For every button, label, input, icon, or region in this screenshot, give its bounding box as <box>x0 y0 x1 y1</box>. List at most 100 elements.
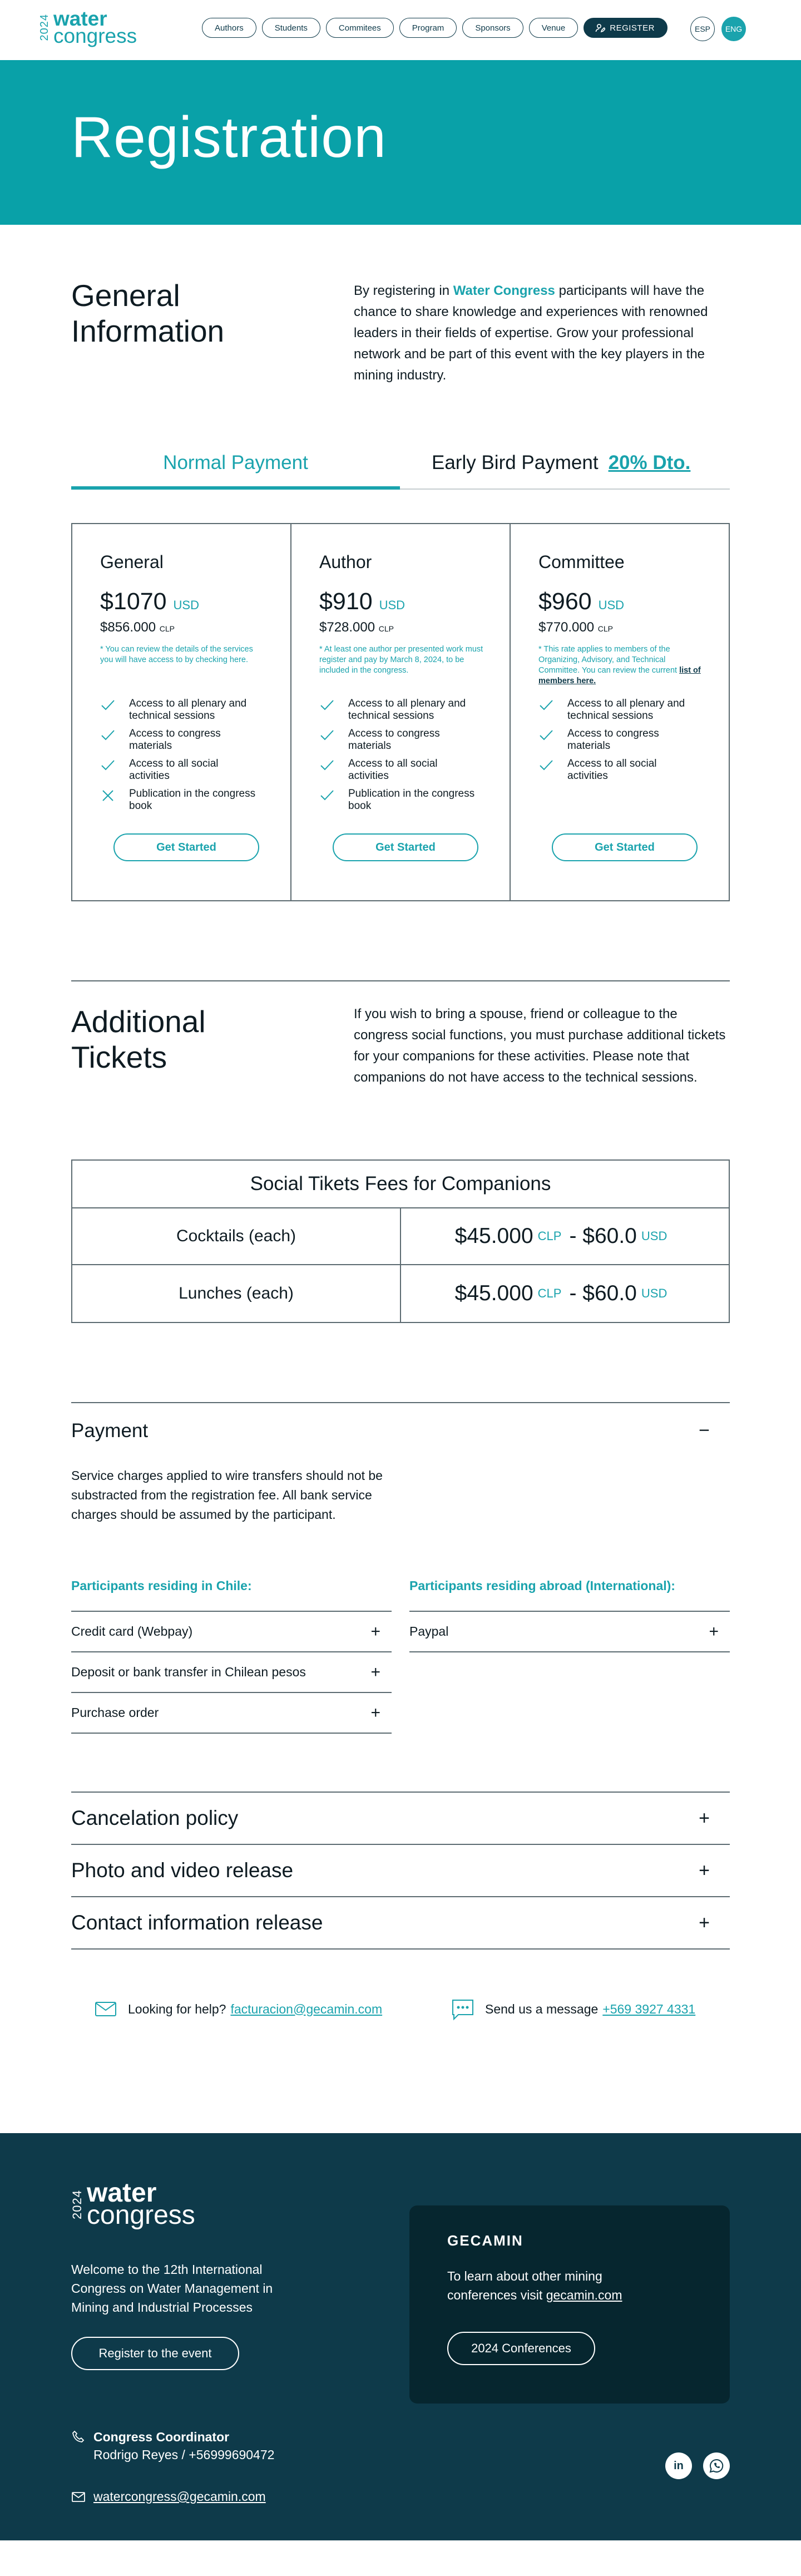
conferences-button[interactable]: 2024 Conferences <box>447 2332 595 2365</box>
accordion-cancelation-policy[interactable]: Cancelation policy + <box>71 1793 730 1845</box>
main-nav: Authors Students Commitees Program Spons… <box>202 18 668 38</box>
site-header: 2024 water congress Authors Students Com… <box>0 0 801 60</box>
footer-logo[interactable]: 2024 water congress <box>70 2180 195 2229</box>
early-bird-discount: 20% Dto. <box>608 452 691 473</box>
check-icon <box>320 760 334 771</box>
chile-payment-methods: Participants residing in Chile: Credit c… <box>71 1578 392 1734</box>
plan-price-usd: $910 USD <box>319 588 406 615</box>
register-button[interactable]: REGISTER <box>584 18 668 38</box>
fee-price: $45.000 CLP - $60.0 USD <box>454 1281 668 1305</box>
phone-icon <box>72 2430 85 2442</box>
check-icon <box>101 700 115 710</box>
get-started-button[interactable]: Get Started <box>113 833 259 861</box>
help-phone-link[interactable]: +569 3927 4331 <box>602 2002 695 2017</box>
plan-price-usd: $1070 USD <box>100 588 199 615</box>
whatsapp-icon[interactable] <box>703 2452 730 2479</box>
logo-year: 2024 <box>70 2189 84 2219</box>
pricing-table: General $1070 USD $856.000 CLP * You can… <box>71 523 730 901</box>
register-label: REGISTER <box>610 23 655 33</box>
tab-early-bird-payment[interactable]: Early Bird Payment 20% Dto. <box>432 452 690 474</box>
plan-price-clp: $728.000 CLP <box>319 620 394 635</box>
payment-accordion: Payment − Service charges applied to wir… <box>71 1402 730 1792</box>
feature-item: Access to congress materials <box>538 728 729 752</box>
payment-method-bank-transfer[interactable]: Deposit or bank transfer in Chilean peso… <box>71 1652 392 1693</box>
site-footer: 2024 water congress Welcome to the 12th … <box>0 2133 801 2540</box>
feature-item: Publication in the congress book <box>319 788 510 812</box>
nav-authors[interactable]: Authors <box>202 18 256 38</box>
plan-author: Author $910 USD $728.000 CLP * At least … <box>291 524 511 900</box>
plus-icon: + <box>709 1622 719 1641</box>
coordinator-name: Rodrigo Reyes / +56999690472 <box>93 2447 275 2462</box>
get-started-button[interactable]: Get Started <box>333 833 478 861</box>
check-icon <box>540 760 553 771</box>
plus-icon: + <box>699 1912 710 1933</box>
table-row: Cocktails (each) $45.000 CLP - $60.0 USD <box>72 1208 729 1265</box>
nav-program[interactable]: Program <box>399 18 457 38</box>
footer-welcome-text: Welcome to the 12th International Congre… <box>71 2262 273 2315</box>
international-title: Participants residing abroad (Internatio… <box>409 1578 730 1612</box>
check-icon <box>540 700 553 710</box>
linkedin-icon[interactable]: in <box>665 2452 692 2479</box>
feature-item: Access to congress materials <box>100 728 290 752</box>
plan-note[interactable]: * You can review the details of the serv… <box>100 644 267 692</box>
additional-tickets-section: Additional Tickets If you wish to bring … <box>0 981 801 1159</box>
gecamin-card: GECAMIN To learn about other mining conf… <box>409 2205 730 2404</box>
get-started-button[interactable]: Get Started <box>552 833 698 861</box>
user-edit-icon <box>595 23 606 33</box>
logo[interactable]: 2024 water congress <box>38 8 137 47</box>
accordion-contact-info-release[interactable]: Contact information release + <box>71 1897 730 1950</box>
help-message: Send us a message +569 3927 4331 <box>451 1997 695 2021</box>
help-email-link[interactable]: facturacion@gecamin.com <box>230 2002 382 2017</box>
gecamin-link[interactable]: gecamin.com <box>546 2288 622 2302</box>
feature-item: Publication in the congress book <box>100 788 290 812</box>
water-congress-highlight: Water Congress <box>453 283 555 298</box>
nav-commitees[interactable]: Commitees <box>325 18 394 38</box>
policy-accordions: Cancelation policy + Photo and video rele… <box>71 1792 730 1950</box>
check-icon <box>320 700 334 710</box>
lang-eng-button[interactable]: ENG <box>721 17 746 41</box>
coordinator-contact: Congress Coordinator Rodrigo Reyes / +56… <box>71 2428 274 2464</box>
feature-item: Access to all plenary and technical sess… <box>100 698 290 722</box>
chile-title: Participants residing in Chile: <box>71 1578 392 1612</box>
check-icon <box>101 730 115 741</box>
plan-price-usd: $960 USD <box>538 588 625 615</box>
feature-item: Access to all social activities <box>100 758 290 782</box>
hero-banner: Registration <box>0 60 801 225</box>
plan-price-clp: $856.000 CLP <box>100 620 175 635</box>
cross-icon <box>102 790 113 801</box>
feature-item: Access to all plenary and technical sess… <box>538 698 729 722</box>
fee-label: Cocktails (each) <box>72 1208 401 1264</box>
plus-icon: + <box>699 1807 710 1829</box>
general-info-text: By registering in Water Congress partici… <box>354 283 708 383</box>
feature-item: Access to all social activities <box>319 758 510 782</box>
gecamin-text: To learn about other mining conferences … <box>447 2269 622 2302</box>
payment-title[interactable]: Payment <box>71 1420 148 1442</box>
payment-method-purchase-order[interactable]: Purchase order + <box>71 1693 392 1734</box>
accordion-photo-video-release[interactable]: Photo and video release + <box>71 1845 730 1897</box>
plan-name: General <box>100 552 164 572</box>
help-email: Looking for help? facturacion@gecamin.com <box>93 1997 382 2021</box>
plus-icon: + <box>370 1662 380 1681</box>
chat-icon <box>452 2000 473 2021</box>
nav-venue[interactable]: Venue <box>528 18 578 38</box>
nav-sponsors[interactable]: Sponsors <box>462 18 523 38</box>
lang-esp-button[interactable]: ESP <box>690 17 715 41</box>
plan-committee: Committee $960 USD $770.000 CLP * This r… <box>511 524 729 900</box>
tab-normal-payment[interactable]: Normal Payment <box>71 452 400 490</box>
nav-students[interactable]: Students <box>261 18 320 38</box>
plan-name: Committee <box>538 552 625 572</box>
plan-general: General $1070 USD $856.000 CLP * You can… <box>72 524 291 900</box>
collapse-toggle-icon[interactable]: − <box>699 1420 710 1442</box>
help-section: Looking for help? facturacion@gecamin.com… <box>0 1950 801 2133</box>
register-event-button[interactable]: Register to the event <box>71 2337 239 2370</box>
mail-icon <box>95 2002 116 2016</box>
payment-method-paypal[interactable]: Paypal + <box>409 1612 730 1652</box>
footer-email-link[interactable]: watercongress@gecamin.com <box>93 2489 266 2504</box>
gecamin-title: GECAMIN <box>447 2232 523 2249</box>
additional-tickets-title: Additional Tickets <box>71 1004 206 1074</box>
plus-icon: + <box>370 1622 380 1641</box>
check-icon <box>320 730 334 741</box>
logo-line-congress: congress <box>53 24 137 47</box>
payment-method-webpay[interactable]: Credit card (Webpay) + <box>71 1612 392 1652</box>
check-icon <box>101 760 115 771</box>
